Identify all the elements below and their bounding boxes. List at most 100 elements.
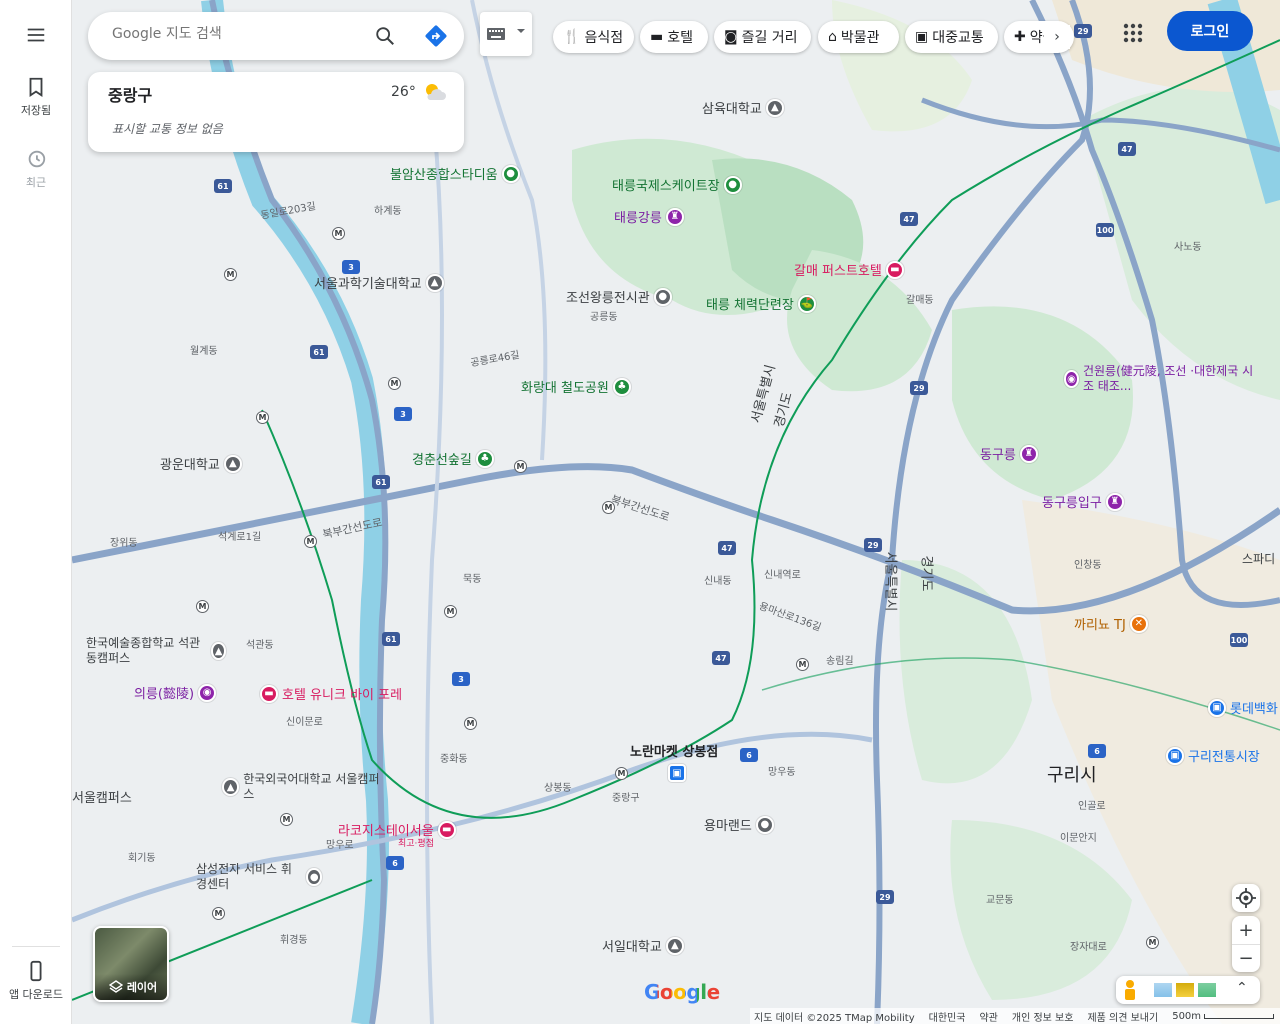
input-tools-button[interactable] bbox=[480, 12, 532, 56]
poi-taereung-gangneung[interactable]: 태릉강릉 ♜ bbox=[614, 207, 684, 226]
poi-uireung[interactable]: 의릉(懿陵) ◉ bbox=[134, 683, 217, 702]
poi-lacozy-stay[interactable]: 라코지스테이서울 ▬ bbox=[338, 820, 456, 839]
poi-donggureung-entrance[interactable]: 동구릉입구 ♜ bbox=[1042, 492, 1124, 511]
search-input[interactable] bbox=[112, 26, 362, 42]
poi-galmae-first-hotel[interactable]: 갈매 퍼스트호텔 ▬ bbox=[794, 260, 904, 279]
poi-taereung-training[interactable]: 태릉 체력단련장 ⛳ bbox=[706, 294, 816, 313]
route-shield: 3 bbox=[342, 260, 360, 274]
poi-kwangwoon-univ[interactable]: 광운대학교 ▲ bbox=[160, 454, 242, 473]
poi-donggureung[interactable]: 동구릉 ♜ bbox=[980, 444, 1038, 463]
place-icon: ● bbox=[755, 815, 774, 834]
metro-icon[interactable]: M bbox=[196, 600, 209, 613]
map-label: 교문동 bbox=[986, 895, 1014, 906]
metro-icon[interactable]: M bbox=[796, 658, 809, 671]
chevron-right-icon: › bbox=[1054, 29, 1060, 45]
golf-icon: ⛳ bbox=[797, 294, 816, 313]
apps-grid-icon[interactable] bbox=[1118, 18, 1148, 48]
poi-hwarangdae-rail-park[interactable]: 화랑대 철도공원 ♣ bbox=[521, 377, 631, 396]
search-icon[interactable] bbox=[374, 25, 396, 47]
zoom-in-button[interactable]: + bbox=[1232, 916, 1260, 944]
poi-hotel-unique[interactable]: ▬ 호텔 유니크 바이 포레 bbox=[260, 684, 402, 703]
imagery-thumb-icon[interactable] bbox=[1154, 983, 1172, 997]
poi-seoultech[interactable]: 서울과학기술대학교 ▲ bbox=[314, 273, 444, 292]
expand-icon[interactable]: ⌃ bbox=[1236, 980, 1248, 996]
app-download-button[interactable]: 앱 다운로드 bbox=[0, 960, 72, 1002]
login-button[interactable]: 로그인 bbox=[1167, 11, 1253, 51]
poi-yongma-land[interactable]: 용마랜드 ● bbox=[704, 815, 774, 834]
road-label: 송림길 bbox=[826, 656, 854, 667]
feedback-link[interactable]: 제품 의견 보내기 bbox=[1087, 1009, 1158, 1024]
stadium-icon: ● bbox=[723, 175, 742, 194]
poi-label: 삼성전자 서비스 휘경센터 bbox=[196, 862, 292, 891]
route-shield: 6 bbox=[740, 748, 758, 762]
chip-hotels[interactable]: ▬ 호텔 bbox=[640, 21, 708, 53]
map-data-credit: 지도 데이터 ©2025 TMap Mobility bbox=[754, 1012, 915, 1024]
keyboard-icon bbox=[487, 28, 505, 40]
layers-button[interactable]: 레이어 bbox=[93, 926, 169, 1002]
metro-icon[interactable]: M bbox=[388, 377, 401, 390]
google-logo-text: Google bbox=[644, 980, 720, 1004]
pegman-icon[interactable] bbox=[1122, 980, 1138, 1000]
chips-scroll-right[interactable]: › bbox=[1044, 25, 1070, 49]
poi-label: 용마랜드 bbox=[704, 819, 752, 834]
shopping-icon[interactable]: ▣ bbox=[668, 764, 686, 782]
poi-gyeongchun-forest[interactable]: 경춘선숲길 ♣ bbox=[412, 449, 494, 468]
metro-icon[interactable]: M bbox=[224, 268, 237, 281]
terrain-thumb-icon[interactable] bbox=[1176, 983, 1194, 997]
privacy-link[interactable]: 개인 정보 보호 bbox=[1012, 1009, 1074, 1024]
layers-label-bar: 레이어 bbox=[95, 974, 167, 1000]
zoom-out-button[interactable]: − bbox=[1232, 944, 1260, 972]
school-icon: ▲ bbox=[223, 454, 242, 473]
poi-knua-seokgwan[interactable]: 한국예술종합학교 석관동캠퍼스 ▲ bbox=[86, 636, 226, 666]
metro-icon[interactable]: M bbox=[514, 460, 527, 473]
metro-icon[interactable]: M bbox=[304, 535, 317, 548]
menu-button[interactable] bbox=[0, 24, 72, 50]
chip-restaurants[interactable]: 🍴 음식점 bbox=[553, 21, 634, 53]
poi-seoil-univ[interactable]: 서일대학교 ▲ bbox=[602, 936, 684, 955]
search-box[interactable] bbox=[88, 12, 464, 60]
hotel-icon: ▬ bbox=[885, 260, 904, 279]
metro-icon[interactable]: M bbox=[1146, 936, 1159, 949]
map-label: 휘경동 bbox=[280, 935, 308, 946]
poi-bulamsan-stadium[interactable]: 불암산종합스타디움 ● bbox=[390, 164, 520, 183]
poi-geonwonneung[interactable]: ◉ 건원릉(健元陵, 조선 ·대한제국 시조 태조... bbox=[1064, 364, 1254, 394]
poi-label: 동구릉입구 bbox=[1042, 496, 1102, 511]
metro-icon[interactable]: M bbox=[444, 605, 457, 618]
poi-guri-market[interactable]: ▣ 구리전통시장 bbox=[1166, 746, 1260, 765]
poi-noran-market[interactable]: 노란마켓 상봉점 bbox=[630, 741, 718, 760]
country-link[interactable]: 대한민국 bbox=[929, 1009, 966, 1024]
map-label: 사노동 bbox=[1174, 242, 1202, 253]
saved-button[interactable]: 저장됨 bbox=[0, 76, 72, 118]
layers-label: 레이어 bbox=[126, 981, 158, 994]
metro-icon[interactable]: M bbox=[280, 813, 293, 826]
my-location-button[interactable] bbox=[1232, 884, 1260, 912]
metro-icon[interactable]: M bbox=[464, 717, 477, 730]
scale-bar[interactable]: 500m bbox=[1172, 1011, 1275, 1022]
metro-icon[interactable]: M bbox=[615, 767, 628, 780]
terms-link[interactable]: 약관 bbox=[979, 1009, 997, 1024]
chip-museums[interactable]: ⌂ 박물관 bbox=[818, 21, 899, 53]
recent-button[interactable]: 최근 bbox=[0, 148, 72, 190]
chip-label: 즐길 거리 bbox=[741, 30, 798, 46]
map-label: 이문안지 bbox=[1060, 833, 1097, 844]
district-name: 중랑구 bbox=[108, 86, 153, 105]
directions-icon[interactable] bbox=[424, 24, 448, 48]
chip-transit[interactable]: ▣ 대중교통 bbox=[905, 21, 998, 53]
satellite-thumb-icon[interactable] bbox=[1198, 983, 1216, 997]
weather-card[interactable]: 중랑구 26° 표시할 교통 정보 없음 bbox=[88, 72, 464, 152]
metro-icon[interactable]: M bbox=[212, 907, 225, 920]
poi-lotte-dept[interactable]: ▣ 롯데백화 bbox=[1208, 698, 1278, 717]
poi-taereung-skating[interactable]: 태릉국제스케이트장 ● bbox=[612, 175, 742, 194]
metro-icon[interactable]: M bbox=[256, 411, 269, 424]
map-canvas[interactable]: 하계동 공릉동 월계동 갈매동 사노동 장위동 석관동 묵동 신내동 신이문로 … bbox=[72, 0, 1280, 1024]
poi-joseon-exhibition[interactable]: 조선왕릉전시관 ● bbox=[566, 287, 672, 306]
chip-attractions[interactable]: ◙ 즐길 거리 bbox=[714, 21, 811, 53]
poi-sahmyook-univ[interactable]: 삼육대학교 ▲ bbox=[702, 98, 784, 117]
poi-carino-tj[interactable]: 까리뇨 TJ ✕ bbox=[1074, 614, 1148, 633]
rating-label: 최고·평점 bbox=[398, 839, 434, 849]
highway-shield: 47 bbox=[718, 541, 736, 555]
metro-icon[interactable]: M bbox=[602, 501, 615, 514]
poi-samsung-service[interactable]: 삼성전자 서비스 휘경센터 ● bbox=[196, 862, 322, 892]
metro-icon[interactable]: M bbox=[332, 227, 345, 240]
poi-hufs[interactable]: ▲ 한국외국어대학교 서울캠퍼스 bbox=[222, 772, 382, 802]
